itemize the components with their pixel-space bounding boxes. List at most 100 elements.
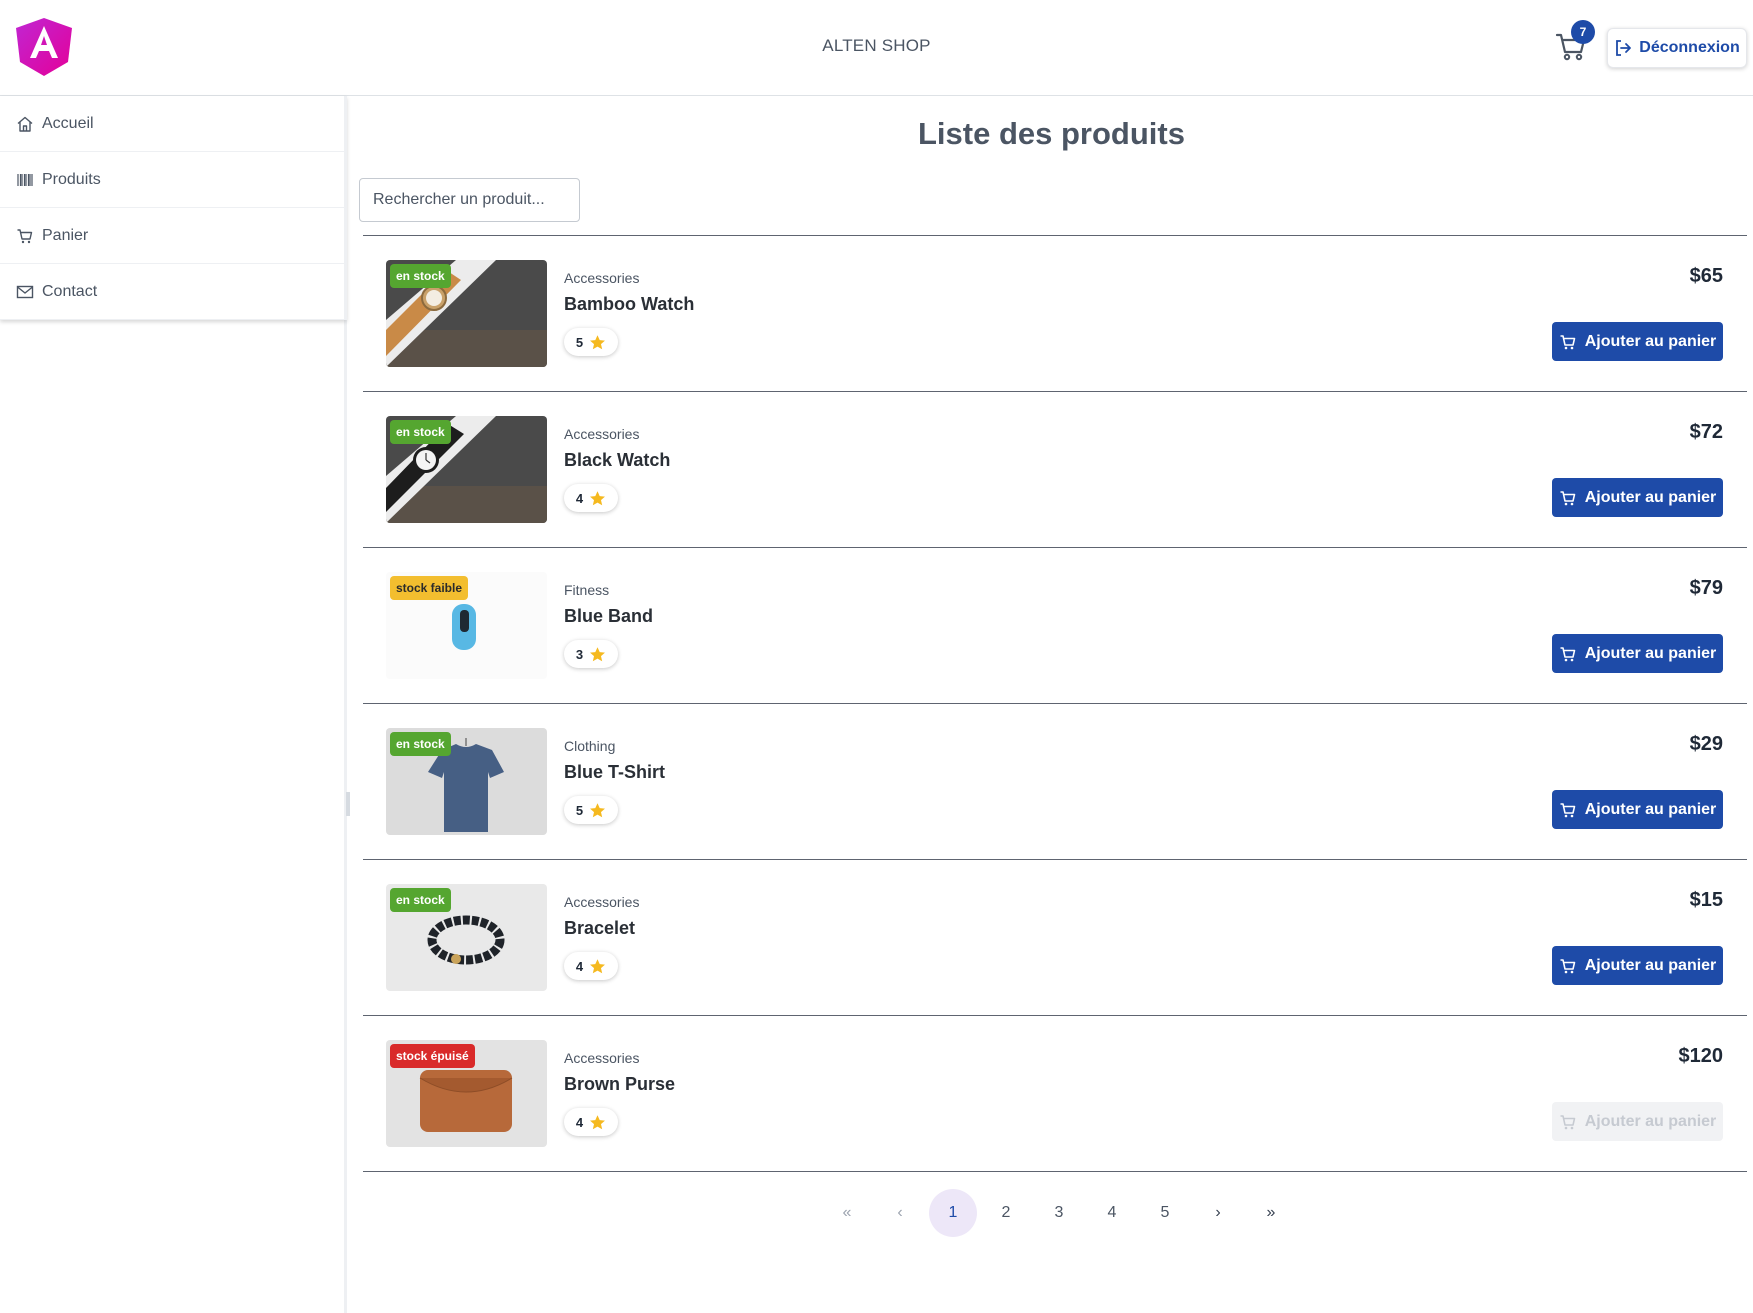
product-image: en stock — [386, 416, 547, 523]
sidebar-item-produits[interactable]: Produits — [0, 152, 347, 208]
sidebar-item-label: Produits — [42, 170, 101, 188]
sidebar-menu: Accueil Produits Panier Contact — [0, 96, 347, 320]
product-price: $79 — [1689, 577, 1723, 599]
sidebar-resize-handle[interactable] — [346, 792, 350, 816]
sign-out-icon — [1616, 40, 1632, 56]
star-icon — [590, 1114, 606, 1129]
sidebar-item-accueil[interactable]: Accueil — [0, 96, 347, 152]
product-price: $15 — [1689, 889, 1723, 911]
product-name[interactable]: Blue T-Shirt — [564, 762, 665, 783]
home-icon — [17, 116, 33, 132]
pagination: « ‹ 1 2 3 4 5 › » — [823, 1189, 1295, 1237]
stock-status-badge: en stock — [390, 264, 451, 288]
product-image: en stock — [386, 884, 547, 991]
cart-icon — [17, 228, 33, 243]
stock-status-badge: en stock — [390, 888, 451, 912]
product-name[interactable]: Bracelet — [564, 918, 635, 939]
product-category: Fitness — [564, 582, 610, 598]
product-name[interactable]: Blue Band — [564, 606, 653, 627]
rating-value: 4 — [575, 490, 584, 506]
add-to-cart-button[interactable]: Ajouter au panier — [1552, 790, 1723, 829]
add-to-cart-label: Ajouter au panier — [1584, 800, 1717, 818]
rating-value: 5 — [575, 802, 584, 818]
barcode-icon — [17, 173, 33, 186]
product-price: $65 — [1689, 265, 1723, 287]
product-row: en stock Clothing Blue T-Shirt 5 $29 Ajo… — [363, 704, 1747, 860]
add-to-cart-label: Ajouter au panier — [1584, 1112, 1717, 1130]
logout-label: Déconnexion — [1639, 39, 1740, 56]
product-category: Accessories — [564, 1050, 640, 1066]
top-bar: ALTEN SHOP 7 Déconnexion — [0, 0, 1753, 96]
product-category: Clothing — [564, 738, 616, 754]
search-input[interactable] — [359, 178, 580, 222]
star-icon — [590, 802, 606, 817]
add-to-cart-label: Ajouter au panier — [1584, 332, 1717, 350]
product-name[interactable]: Black Watch — [564, 450, 670, 471]
star-icon — [590, 490, 606, 505]
product-rating: 4 — [564, 484, 618, 512]
star-icon — [590, 958, 606, 973]
product-row: stock épuisé Accessories Brown Purse 4 $… — [363, 1016, 1747, 1172]
stock-status-badge: stock épuisé — [390, 1044, 475, 1068]
stock-status-badge: en stock — [390, 732, 451, 756]
page-2-button[interactable]: 2 — [982, 1189, 1030, 1237]
product-image: stock épuisé — [386, 1040, 547, 1147]
stock-status-badge: stock faible — [390, 576, 469, 600]
product-row: stock faible Fitness Blue Band 3 $79 Ajo… — [363, 548, 1747, 704]
star-icon — [590, 646, 606, 661]
add-to-cart-button[interactable]: Ajouter au panier — [1552, 946, 1723, 985]
product-image: en stock — [386, 728, 547, 835]
rating-value: 5 — [575, 334, 584, 350]
sidebar-item-panier[interactable]: Panier — [0, 208, 347, 264]
add-to-cart-label: Ajouter au panier — [1584, 956, 1717, 974]
page-4-button[interactable]: 4 — [1088, 1189, 1136, 1237]
page-3-button[interactable]: 3 — [1035, 1189, 1083, 1237]
add-to-cart-button[interactable]: Ajouter au panier — [1552, 634, 1723, 673]
product-row: en stock Accessories Bracelet 4 $15 Ajou… — [363, 860, 1747, 1016]
cart-icon — [1560, 490, 1576, 505]
product-rating: 4 — [564, 952, 618, 980]
cart-icon — [1560, 646, 1576, 661]
logout-button[interactable]: Déconnexion — [1607, 28, 1747, 68]
cart-icon — [1560, 1114, 1576, 1129]
add-to-cart-button-disabled: Ajouter au panier — [1552, 1102, 1723, 1141]
cart-count-badge: 7 — [1571, 20, 1595, 44]
last-page-button[interactable]: » — [1247, 1189, 1295, 1237]
product-rating: 5 — [564, 796, 618, 824]
first-page-button[interactable]: « — [823, 1189, 871, 1237]
product-rating: 4 — [564, 1108, 618, 1136]
product-price: $72 — [1689, 421, 1723, 443]
product-row: en stock Accessories Black Watch 4 $72 A… — [363, 392, 1747, 548]
sidebar-item-label: Accueil — [42, 114, 94, 132]
add-to-cart-button[interactable]: Ajouter au panier — [1552, 322, 1723, 361]
page-5-button[interactable]: 5 — [1141, 1189, 1189, 1237]
cart-icon — [1560, 802, 1576, 817]
product-category: Accessories — [564, 270, 640, 286]
star-icon — [590, 334, 606, 349]
sidebar-item-label: Contact — [42, 282, 98, 300]
page-1-button[interactable]: 1 — [929, 1189, 977, 1237]
product-name[interactable]: Bamboo Watch — [564, 294, 694, 315]
product-image: stock faible — [386, 572, 547, 679]
stock-status-badge: en stock — [390, 420, 451, 444]
cart-icon — [1560, 334, 1576, 349]
product-row: en stock Accessories Bamboo Watch 5 $65 … — [363, 236, 1747, 392]
add-to-cart-button[interactable]: Ajouter au panier — [1552, 478, 1723, 517]
rating-value: 3 — [575, 646, 584, 662]
sidebar-item-contact[interactable]: Contact — [0, 264, 347, 320]
product-list: en stock Accessories Bamboo Watch 5 $65 … — [363, 235, 1747, 1172]
next-page-button[interactable]: › — [1194, 1189, 1242, 1237]
rating-value: 4 — [575, 1114, 584, 1130]
sidebar-item-label: Panier — [42, 226, 89, 244]
sidebar: Accueil Produits Panier Contact — [0, 96, 350, 1313]
product-rating: 5 — [564, 328, 618, 356]
previous-page-button[interactable]: ‹ — [876, 1189, 924, 1237]
product-name[interactable]: Brown Purse — [564, 1074, 675, 1095]
envelope-icon — [16, 285, 34, 298]
rating-value: 4 — [575, 958, 584, 974]
page-title: Liste des produits — [918, 116, 1185, 151]
cart-icon — [1560, 958, 1576, 973]
product-image: en stock — [386, 260, 547, 367]
app-title: ALTEN SHOP — [822, 36, 931, 55]
add-to-cart-label: Ajouter au panier — [1584, 644, 1717, 662]
